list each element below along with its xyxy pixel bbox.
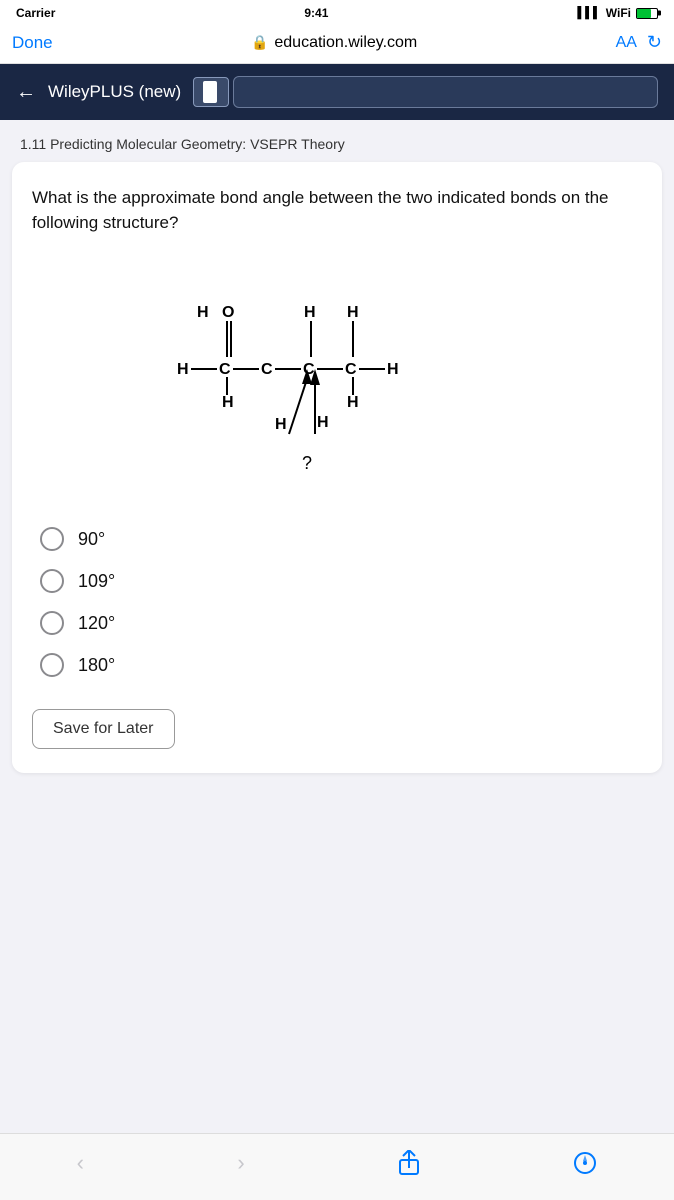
url-text: education.wiley.com [274,34,417,52]
question-text: What is the approximate bond angle betwe… [32,186,642,235]
nav-search-input[interactable] [233,76,658,108]
option-90-label: 90° [78,529,105,550]
option-120-label: 120° [78,613,115,634]
option-120[interactable]: 120° [40,611,642,635]
url-bar: 🔒 education.wiley.com [63,34,606,52]
svg-text:H: H [222,394,234,411]
refresh-button[interactable]: ↻ [647,32,662,53]
svg-text:O: O [222,304,234,321]
option-180[interactable]: 180° [40,653,642,677]
svg-text:H: H [347,304,359,321]
svg-text:?: ? [302,453,312,473]
svg-text:H: H [317,414,329,431]
nav-title: WileyPLUS (new) [48,82,181,102]
lock-icon: 🔒 [251,34,268,51]
svg-text:C: C [219,361,231,378]
svg-text:H: H [387,361,399,378]
back-button[interactable]: ‹ [57,1146,104,1180]
carrier-left: Carrier [16,6,55,20]
svg-text:H: H [275,416,287,433]
share-button[interactable] [378,1146,440,1180]
radio-90[interactable] [40,527,64,551]
signal-icon: ▌▌▌ [577,7,600,19]
wifi-icon: WiFi [606,6,631,20]
option-90[interactable]: 90° [40,527,642,551]
option-109[interactable]: 109° [40,569,642,593]
option-109-label: 109° [78,571,115,592]
aa-button[interactable]: AA [616,34,637,52]
done-button[interactable]: Done [12,33,53,53]
browser-bar: Done 🔒 education.wiley.com AA ↻ [0,24,674,64]
status-right: ▌▌▌ WiFi [577,6,658,20]
forward-button[interactable]: › [217,1146,264,1180]
radio-180[interactable] [40,653,64,677]
molecule-svg: H C C C C H O [167,259,507,499]
compass-button[interactable] [553,1147,617,1179]
breadcrumb: 1.11 Predicting Molecular Geometry: VSEP… [0,120,674,162]
svg-text:H: H [304,304,316,321]
status-bar: Carrier 9:41 ▌▌▌ WiFi [0,0,674,24]
toggle-switch[interactable] [193,77,229,107]
bottom-nav: ‹ › [0,1133,674,1200]
radio-109[interactable] [40,569,64,593]
radio-120[interactable] [40,611,64,635]
molecule-diagram: H C C C C H O [32,259,642,499]
back-arrow-icon[interactable]: ← [16,81,36,104]
option-180-label: 180° [78,655,115,676]
question-card: What is the approximate bond angle betwe… [12,162,662,773]
save-later-button[interactable]: Save for Later [32,709,175,749]
svg-text:C: C [345,361,357,378]
svg-text:H: H [177,361,189,378]
time: 9:41 [304,6,328,20]
svg-text:H: H [347,394,359,411]
svg-text:C: C [261,361,273,378]
battery-icon [636,8,658,19]
options-list: 90° 109° 120° 180° [32,527,642,677]
svg-text:H: H [197,304,209,321]
nav-bar: ← WileyPLUS (new) [0,64,674,120]
nav-input-container [193,76,658,108]
